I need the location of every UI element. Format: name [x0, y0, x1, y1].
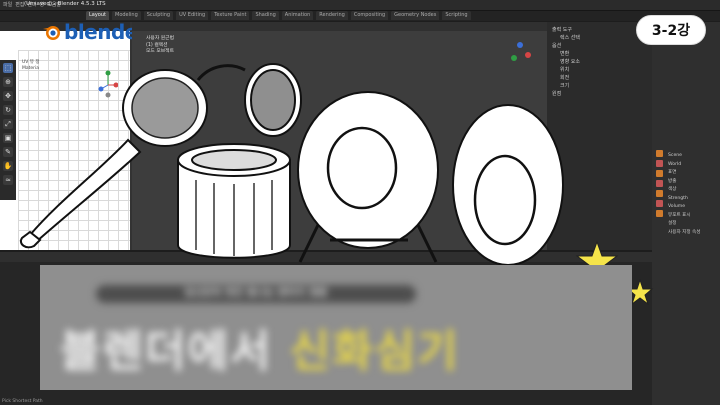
banner-blur-layer: 당신만의 멋진 빛나는 판타지 정원 블렌더에서 신화심기	[40, 265, 632, 390]
tab-compositing[interactable]: Compositing	[350, 11, 389, 20]
properties-row[interactable]: World	[668, 161, 720, 170]
properties-row[interactable]: 색상	[668, 186, 720, 195]
grab-tool-icon[interactable]: ✋	[3, 161, 13, 171]
outliner-row[interactable]: 출력 도구	[552, 26, 647, 34]
properties-tab-icon[interactable]	[656, 150, 663, 157]
tab-animation[interactable]: Animation	[281, 11, 314, 20]
properties-row[interactable]: 뷰포트 표시	[668, 212, 720, 221]
uv-info-line: Materia	[22, 66, 40, 71]
properties-tab-icon[interactable]	[656, 170, 663, 177]
properties-tab-icon[interactable]	[656, 160, 663, 167]
annotate-tool-icon[interactable]: ✎	[3, 147, 13, 157]
outliner-row[interactable]: 위치	[552, 66, 647, 74]
properties-tab-icon[interactable]	[656, 180, 663, 187]
cursor-tool-icon[interactable]: ⊕	[3, 77, 13, 87]
tab-shading[interactable]: Shading	[252, 11, 279, 20]
banner-title: 블렌더에서 신화심기	[60, 315, 460, 379]
outliner-row[interactable]: 변환	[552, 50, 647, 58]
uv-editor-panel[interactable]: ⬚ ⊕ ✥ ↻ ⤢ ▣ ✎ ✋ ≈ UV 뷰 정 Materia	[0, 22, 132, 250]
relax-tool-icon[interactable]: ≈	[3, 175, 13, 185]
window-title: (Unsaved) - Blender 4.5.3 LTS	[24, 1, 106, 7]
blender-logo-icon	[43, 26, 60, 40]
viewport-info-line: 모드 오브젝트	[146, 49, 175, 54]
tab-geometry-nodes[interactable]: Geometry Nodes	[391, 11, 440, 20]
transform-tool-icon[interactable]: ▣	[3, 133, 13, 143]
rotate-tool-icon[interactable]: ↻	[3, 105, 13, 115]
3d-viewport[interactable]: 사용자 원근법 (1) 컬렉션 모드 오브젝트	[132, 22, 547, 250]
outliner-row[interactable]: 영향 요소	[552, 58, 647, 66]
navigation-gizmo-icon[interactable]	[98, 70, 118, 100]
tab-sculpting[interactable]: Sculpting	[143, 11, 174, 20]
select-tool-icon[interactable]: ⬚	[3, 63, 13, 73]
properties-row[interactable]: 표면	[668, 169, 720, 178]
tab-modeling[interactable]: Modeling	[112, 11, 141, 20]
viewport-info: 사용자 원근법 (1) 컬렉션 모드 오브젝트	[146, 36, 174, 56]
title-banner: 당신만의 멋진 빛나는 판타지 정원 블렌더에서 신화심기	[40, 265, 632, 390]
properties-row[interactable]: 사용자 지정 속성	[668, 229, 720, 238]
banner-subtitle: 당신만의 멋진 빛나는 판타지 정원	[96, 285, 416, 303]
timeline-header	[0, 252, 652, 262]
scale-tool-icon[interactable]: ⤢	[3, 119, 13, 129]
menu-file[interactable]: 파일	[3, 1, 12, 8]
properties-row[interactable]: Scene	[668, 152, 720, 161]
properties-row[interactable]: 설정	[668, 220, 720, 229]
banner-title-white: 블렌더에서	[60, 326, 273, 377]
outliner-row[interactable]: 옵션	[552, 42, 647, 50]
properties-tab-icon[interactable]	[656, 210, 663, 217]
tab-scripting[interactable]: Scripting	[442, 11, 471, 20]
properties-row[interactable]: Volume	[668, 203, 720, 212]
move-tool-icon[interactable]: ✥	[3, 91, 13, 101]
tab-uv-editing[interactable]: UV Editing	[176, 11, 209, 20]
lesson-badge: 3-2강	[636, 15, 706, 45]
uv-info: UV 뷰 정 Materia	[22, 60, 40, 72]
properties-tabs	[656, 150, 665, 225]
properties-row[interactable]: 방출	[668, 178, 720, 187]
viewport-info-line: 사용자 원근법	[146, 36, 175, 41]
tool-settings-panel: 출력 도구 렉스 선택 옵션 변환 영향 요소 위치 회전 크기 원점	[547, 22, 652, 250]
outliner-row[interactable]: 크기	[552, 82, 647, 90]
status-bar: Pick Shortest Path	[2, 399, 43, 404]
viewport-header	[132, 22, 547, 31]
uv-toolbar: ⬚ ⊕ ✥ ↻ ⤢ ▣ ✎ ✋ ≈	[0, 60, 16, 200]
tab-rendering[interactable]: Rendering	[316, 11, 348, 20]
outliner-row[interactable]: 렉스 선택	[552, 34, 647, 42]
outliner-row[interactable]: 원점	[552, 90, 647, 98]
properties-row[interactable]: Strength	[668, 195, 720, 204]
properties-tab-icon[interactable]	[656, 190, 663, 197]
tab-layout[interactable]: Layout	[86, 11, 109, 20]
properties-tab-icon[interactable]	[656, 200, 663, 207]
banner-title-yellow: 신화심기	[289, 326, 460, 377]
workspace-tabs: Layout Modeling Sculpting UV Editing Tex…	[86, 11, 471, 20]
title-bar: 파일 편집 렌더 창 도움말 (Unsaved) - Blender 4.5.3…	[0, 0, 720, 11]
tab-texture-paint[interactable]: Texture Paint	[211, 11, 250, 20]
outliner-row[interactable]: 회전	[552, 74, 647, 82]
properties-list: Scene World 표면 방출 색상 Strength Volume 뷰포트…	[668, 152, 720, 237]
